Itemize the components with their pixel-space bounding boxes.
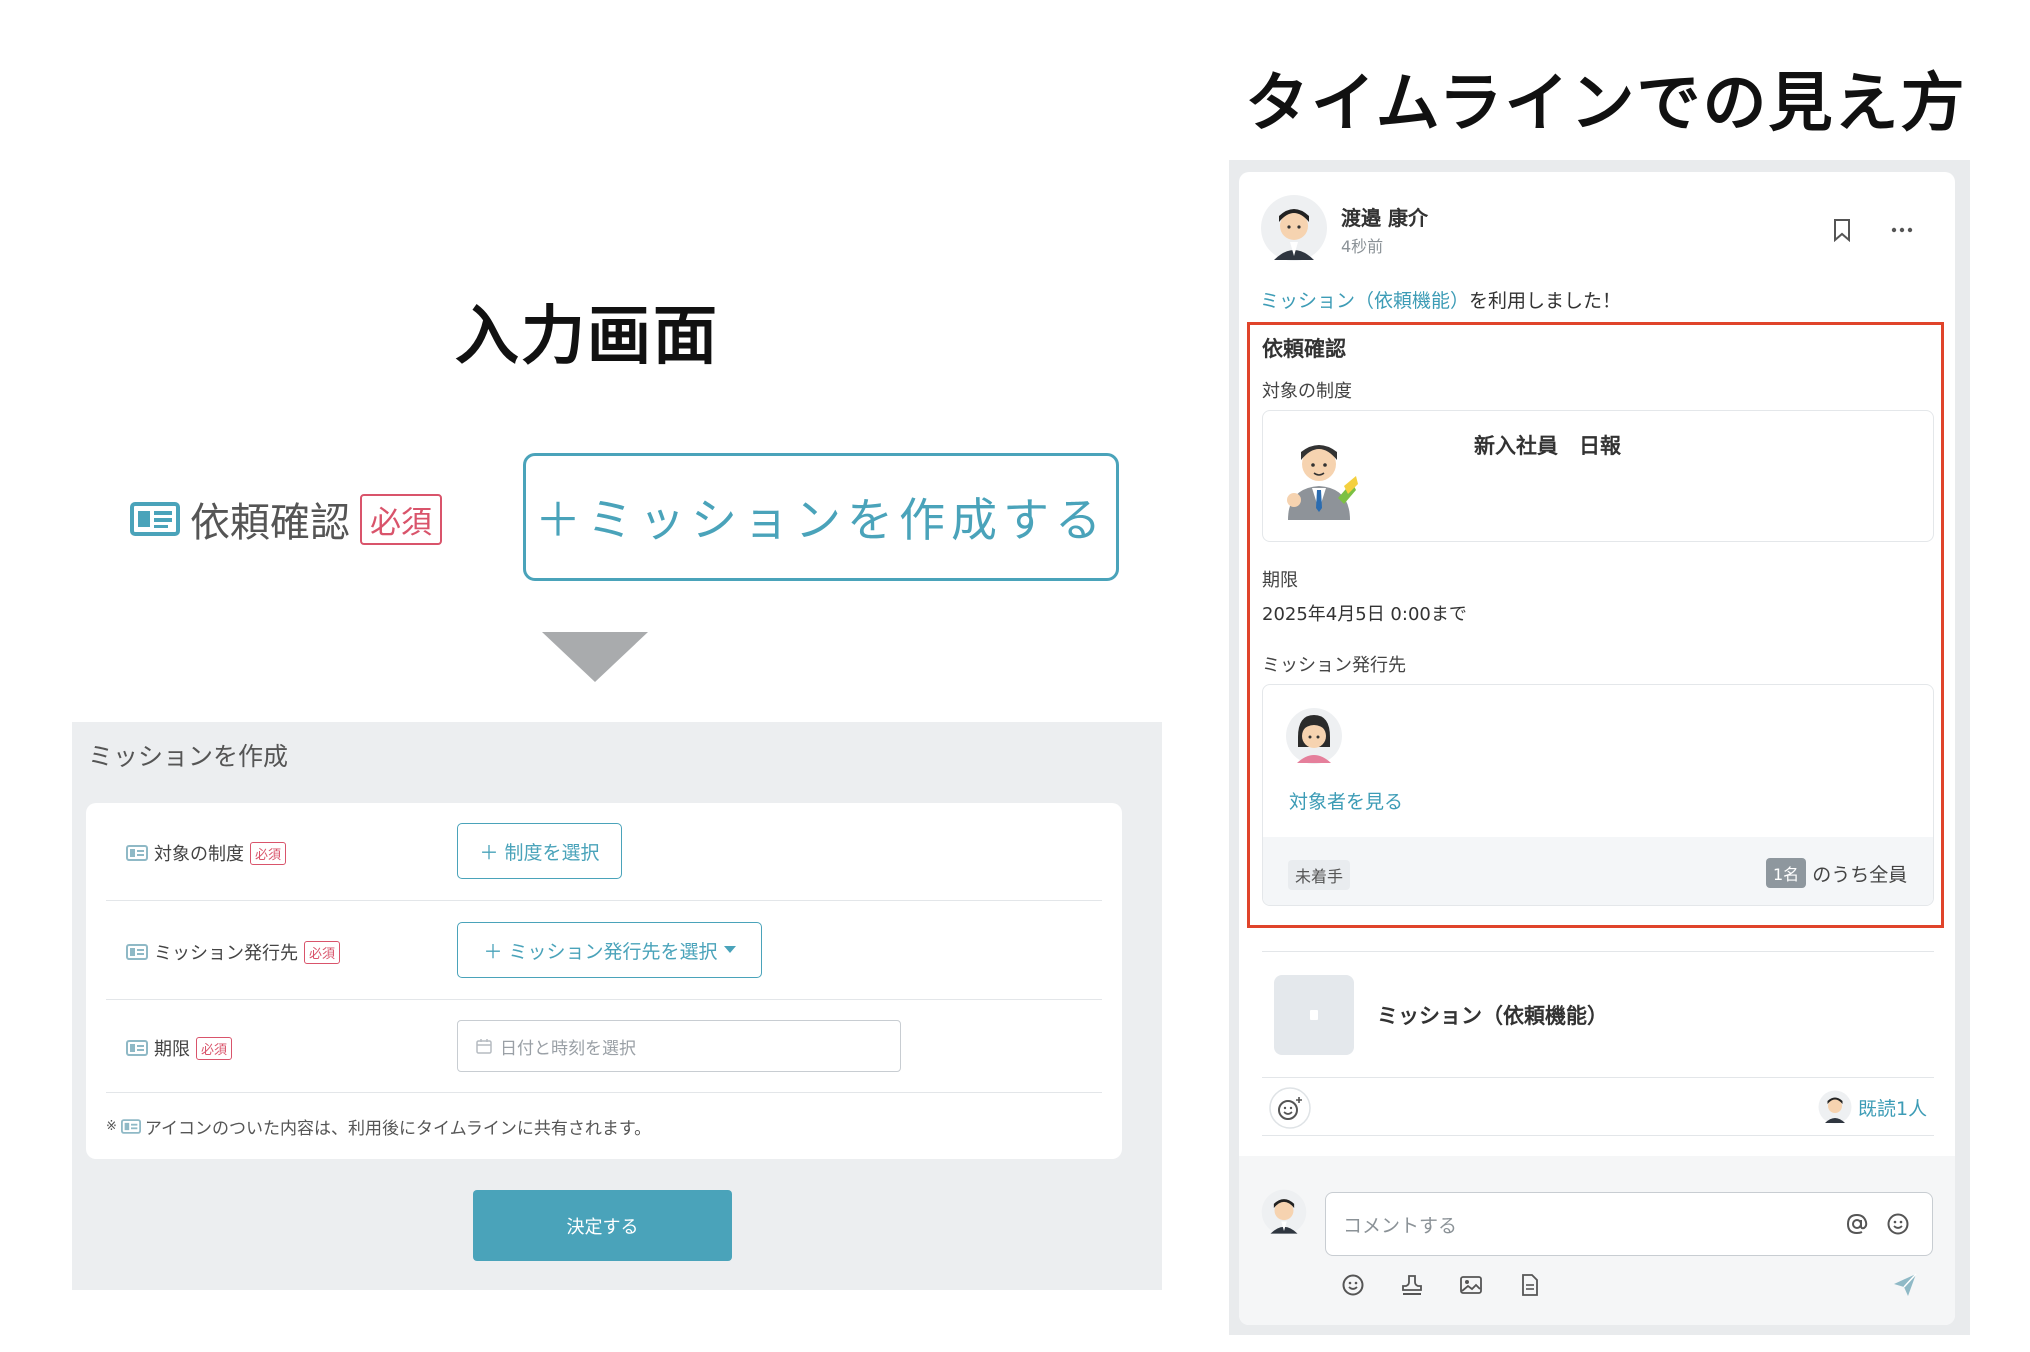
businessman-illustration (1278, 428, 1360, 520)
required-badge: 必須 (360, 493, 442, 545)
at-icon[interactable] (1845, 1212, 1869, 1236)
submit-button[interactable]: 決定する (473, 1190, 732, 1261)
share-note: ※ アイコンのついた内容は、利用後にタイムラインに共有されます。 (106, 1114, 651, 1139)
recipient-avatar[interactable] (1285, 707, 1343, 765)
plus-icon: ＋ (479, 841, 499, 864)
required-badge: 必須 (250, 841, 287, 865)
section-divider (1262, 951, 1934, 952)
required-badge: 必須 (196, 1036, 233, 1060)
arrow-down-icon (542, 632, 648, 682)
select-system-button[interactable]: ＋ 制度を選択 (457, 823, 622, 879)
timeline-view-heading: タイムラインでの見え方 (1245, 67, 1967, 141)
status-badge: 未着手 (1288, 860, 1351, 890)
emoji-icon[interactable] (1886, 1212, 1910, 1236)
field-deadline-label: 期限 必須 (126, 1035, 233, 1061)
big-field-label: 依頼確認 必須 (130, 490, 442, 548)
emoji-icon[interactable] (1341, 1273, 1365, 1297)
row-divider (106, 999, 1102, 1000)
read-count: 既読1人 (1858, 1097, 1928, 1120)
stamp-icon[interactable] (1400, 1273, 1424, 1297)
note-prefix: ※ (106, 1119, 117, 1134)
emoji-add-icon[interactable] (1268, 1086, 1312, 1130)
read-receipt[interactable]: 既読1人 (1818, 1090, 1927, 1124)
calendar-icon (476, 1038, 492, 1054)
app-name[interactable]: ミッション（依頼機能） (1377, 1000, 1608, 1030)
select-recipients-label: ミッション発行先を選択 (508, 940, 718, 963)
recipients-label: ミッション発行先 (1262, 655, 1406, 676)
caret-down-icon (723, 946, 736, 954)
field-label: ミッション発行先 (154, 943, 298, 964)
intro-text: を利用しました！ (1469, 290, 1622, 312)
id-card-icon (126, 1040, 148, 1056)
create-mission-button[interactable]: ＋ミッションを作成する (523, 453, 1119, 581)
author-name[interactable]: 渡邉 康介 (1341, 202, 1428, 231)
comment-placeholder: コメントする (1343, 1215, 1458, 1237)
id-card-icon (120, 1119, 141, 1134)
app-thumbnail[interactable] (1274, 975, 1354, 1055)
mission-link[interactable]: ミッション（依頼機能） (1260, 290, 1469, 312)
file-icon[interactable] (1518, 1273, 1542, 1297)
image-icon[interactable] (1459, 1273, 1483, 1297)
id-card-icon (126, 944, 148, 960)
required-badge: 必須 (304, 940, 341, 964)
select-system-label: 制度を選択 (504, 841, 600, 864)
select-recipients-button[interactable]: ＋ ミッション発行先を選択 (457, 922, 762, 978)
send-icon[interactable] (1892, 1272, 1918, 1298)
note-text: アイコンのついた内容は、利用後にタイムラインに共有されます。 (144, 1119, 652, 1139)
completion-summary: 1名 のうち全員 (1766, 858, 1907, 888)
deadline-label: 期限 (1262, 570, 1298, 591)
section-divider (1262, 1077, 1934, 1078)
field-mission-recipients-label: ミッション発行先 必須 (126, 939, 341, 965)
deadline-input[interactable]: 日付と時刻を選択 (457, 1020, 901, 1072)
plus-icon: ＋ (483, 940, 503, 963)
big-label-text: 依頼確認 (190, 500, 350, 546)
view-targets-link[interactable]: 対象者を見る (1289, 787, 1403, 814)
field-label: 期限 (154, 1039, 190, 1060)
field-target-system-label: 対象の制度 必須 (126, 840, 287, 866)
count-suffix: のうち全員 (1812, 863, 1908, 886)
author-avatar[interactable] (1260, 194, 1328, 262)
field-label: 対象の制度 (154, 844, 244, 865)
section-divider (1262, 1135, 1934, 1136)
deadline-placeholder: 日付と時刻を選択 (500, 1038, 636, 1059)
row-divider (106, 1092, 1102, 1093)
input-screen-heading: 入力画面 (455, 300, 719, 374)
system-name: 新入社員 日報 (1474, 434, 1621, 458)
id-card-icon (126, 845, 148, 861)
target-system-label: 対象の制度 (1262, 381, 1352, 402)
row-divider (106, 900, 1102, 901)
section-title: 依頼確認 (1262, 337, 1346, 361)
more-icon[interactable] (1890, 226, 1914, 234)
post-time: 4秒前 (1341, 237, 1384, 256)
count-badge: 1名 (1766, 858, 1807, 888)
id-card-icon (130, 502, 180, 536)
my-avatar (1261, 1189, 1307, 1235)
bookmark-icon[interactable] (1832, 218, 1852, 242)
post-intro: ミッション（依頼機能）を利用しました！ (1260, 286, 1621, 313)
panel-title: ミッションを作成 (88, 742, 289, 771)
deadline-value: 2025年4月5日 0:00まで (1262, 604, 1467, 625)
